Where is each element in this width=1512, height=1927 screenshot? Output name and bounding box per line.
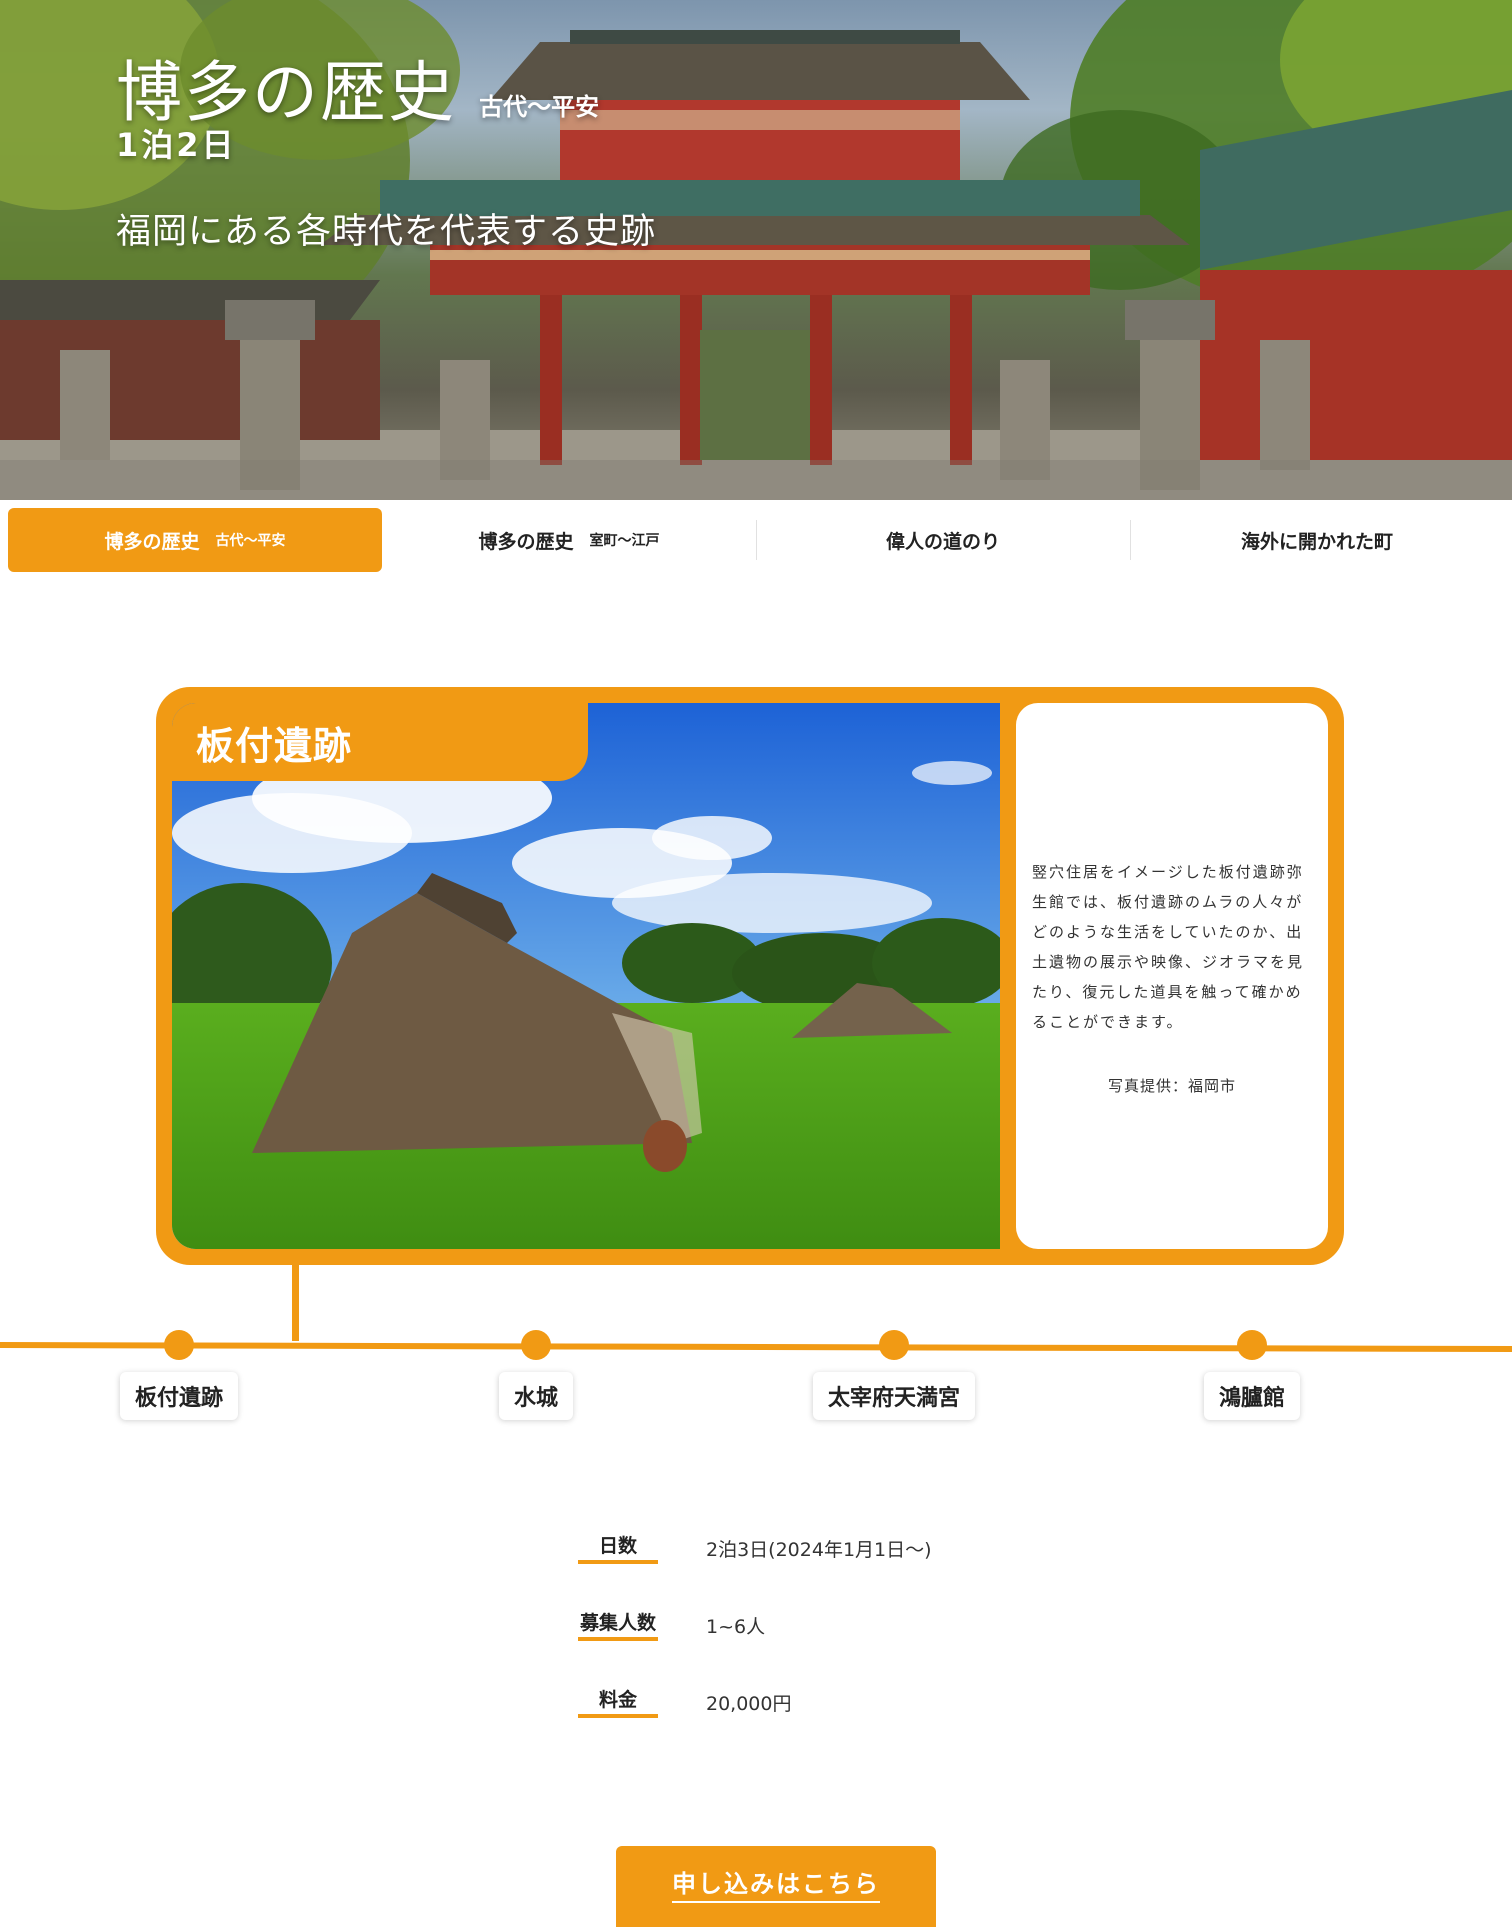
hero-subtitle: 福岡にある各時代を代表する史跡 <box>116 212 657 253</box>
detail-label: 募集人数 <box>578 1611 658 1641</box>
feature-description: 竪穴住居をイメージした板付遺跡弥生館では、板付遺跡のムラの人々がどのような生活を… <box>1032 862 1305 1031</box>
tab-open-town[interactable]: 海外に開かれた町 <box>1130 508 1504 572</box>
hero-title: 博多の歴史 <box>116 54 456 131</box>
feature-card: 板付遺跡 竪穴住居をイメージした板付遺跡弥生館では、板付遺跡のムラの人々がどのよ… <box>156 687 1344 1265</box>
detail-label: 料金 <box>578 1688 658 1718</box>
hero-text: 博多の歴史 古代〜平安 1泊2日 福岡にある各時代を代表する史跡 <box>116 60 656 254</box>
feature-description-panel: 竪穴住居をイメージした板付遺跡弥生館では、板付遺跡のムラの人々がどのような生活を… <box>1016 703 1328 1249</box>
tab-label: 偉人の道のり <box>885 530 1000 553</box>
tab-label: 海外に開かれた町 <box>1240 530 1393 553</box>
timeline-dot <box>521 1330 551 1360</box>
detail-row-capacity: 募集人数 1~6人 <box>578 1587 1078 1664</box>
timeline-stop-mizuki[interactable]: 水城 <box>498 1372 574 1420</box>
tab-label: 博多の歴史 <box>478 530 574 553</box>
tab-great-people[interactable]: 偉人の道のり <box>756 508 1130 572</box>
detail-value: 2泊3日(2024年1月1日〜) <box>706 1539 932 1561</box>
tab-sub-label: 室町〜江戸 <box>589 533 660 549</box>
hero-era: 古代〜平安 <box>479 93 600 121</box>
tab-hakata-ancient[interactable]: 博多の歴史 古代〜平安 <box>8 508 382 572</box>
tab-label: 博多の歴史 <box>104 530 200 553</box>
route-timeline: 板付遺跡 水城 太宰府天満宮 鴻臚館 <box>0 1265 1512 1425</box>
tour-tabs: 博多の歴史 古代〜平安 博多の歴史 室町〜江戸 偉人の道のり 海外に開かれた町 <box>8 508 1504 572</box>
detail-row-price: 料金 20,000円 <box>578 1664 1078 1741</box>
timeline-stop-dazaifu[interactable]: 太宰府天満宮 <box>812 1372 976 1420</box>
tour-details: 日数 2泊3日(2024年1月1日〜) 募集人数 1~6人 料金 20,000円 <box>578 1510 1078 1741</box>
apply-button-label: 申し込みはこちら <box>672 1864 880 1903</box>
timeline-stop-korokan[interactable]: 鴻臚館 <box>1203 1372 1301 1420</box>
timeline-stop-itazuke[interactable]: 板付遺跡 <box>119 1372 239 1420</box>
photo-credit: 写真提供：福岡市 <box>1107 1076 1236 1095</box>
pit-dwelling-image <box>172 703 1000 1249</box>
pit-dwelling-photo: 板付遺跡 <box>172 703 1000 1249</box>
hero-banner: 博多の歴史 古代〜平安 1泊2日 福岡にある各時代を代表する史跡 <box>0 0 1512 500</box>
detail-row-days: 日数 2泊3日(2024年1月1日〜) <box>578 1510 1078 1587</box>
timeline-dot <box>1237 1330 1267 1360</box>
detail-label: 日数 <box>578 1534 658 1564</box>
feature-title: 板付遺跡 <box>172 703 588 781</box>
detail-value: 1~6人 <box>706 1616 766 1638</box>
route-line <box>0 1265 1512 1360</box>
timeline-dot <box>879 1330 909 1360</box>
detail-value: 20,000円 <box>706 1693 792 1715</box>
timeline-dot <box>164 1330 194 1360</box>
tab-sub-label: 古代〜平安 <box>215 533 286 549</box>
hero-duration: 1泊2日 <box>116 126 237 164</box>
tab-hakata-muromachi[interactable]: 博多の歴史 室町〜江戸 <box>382 508 756 572</box>
apply-button[interactable]: 申し込みはこちら <box>616 1846 936 1927</box>
